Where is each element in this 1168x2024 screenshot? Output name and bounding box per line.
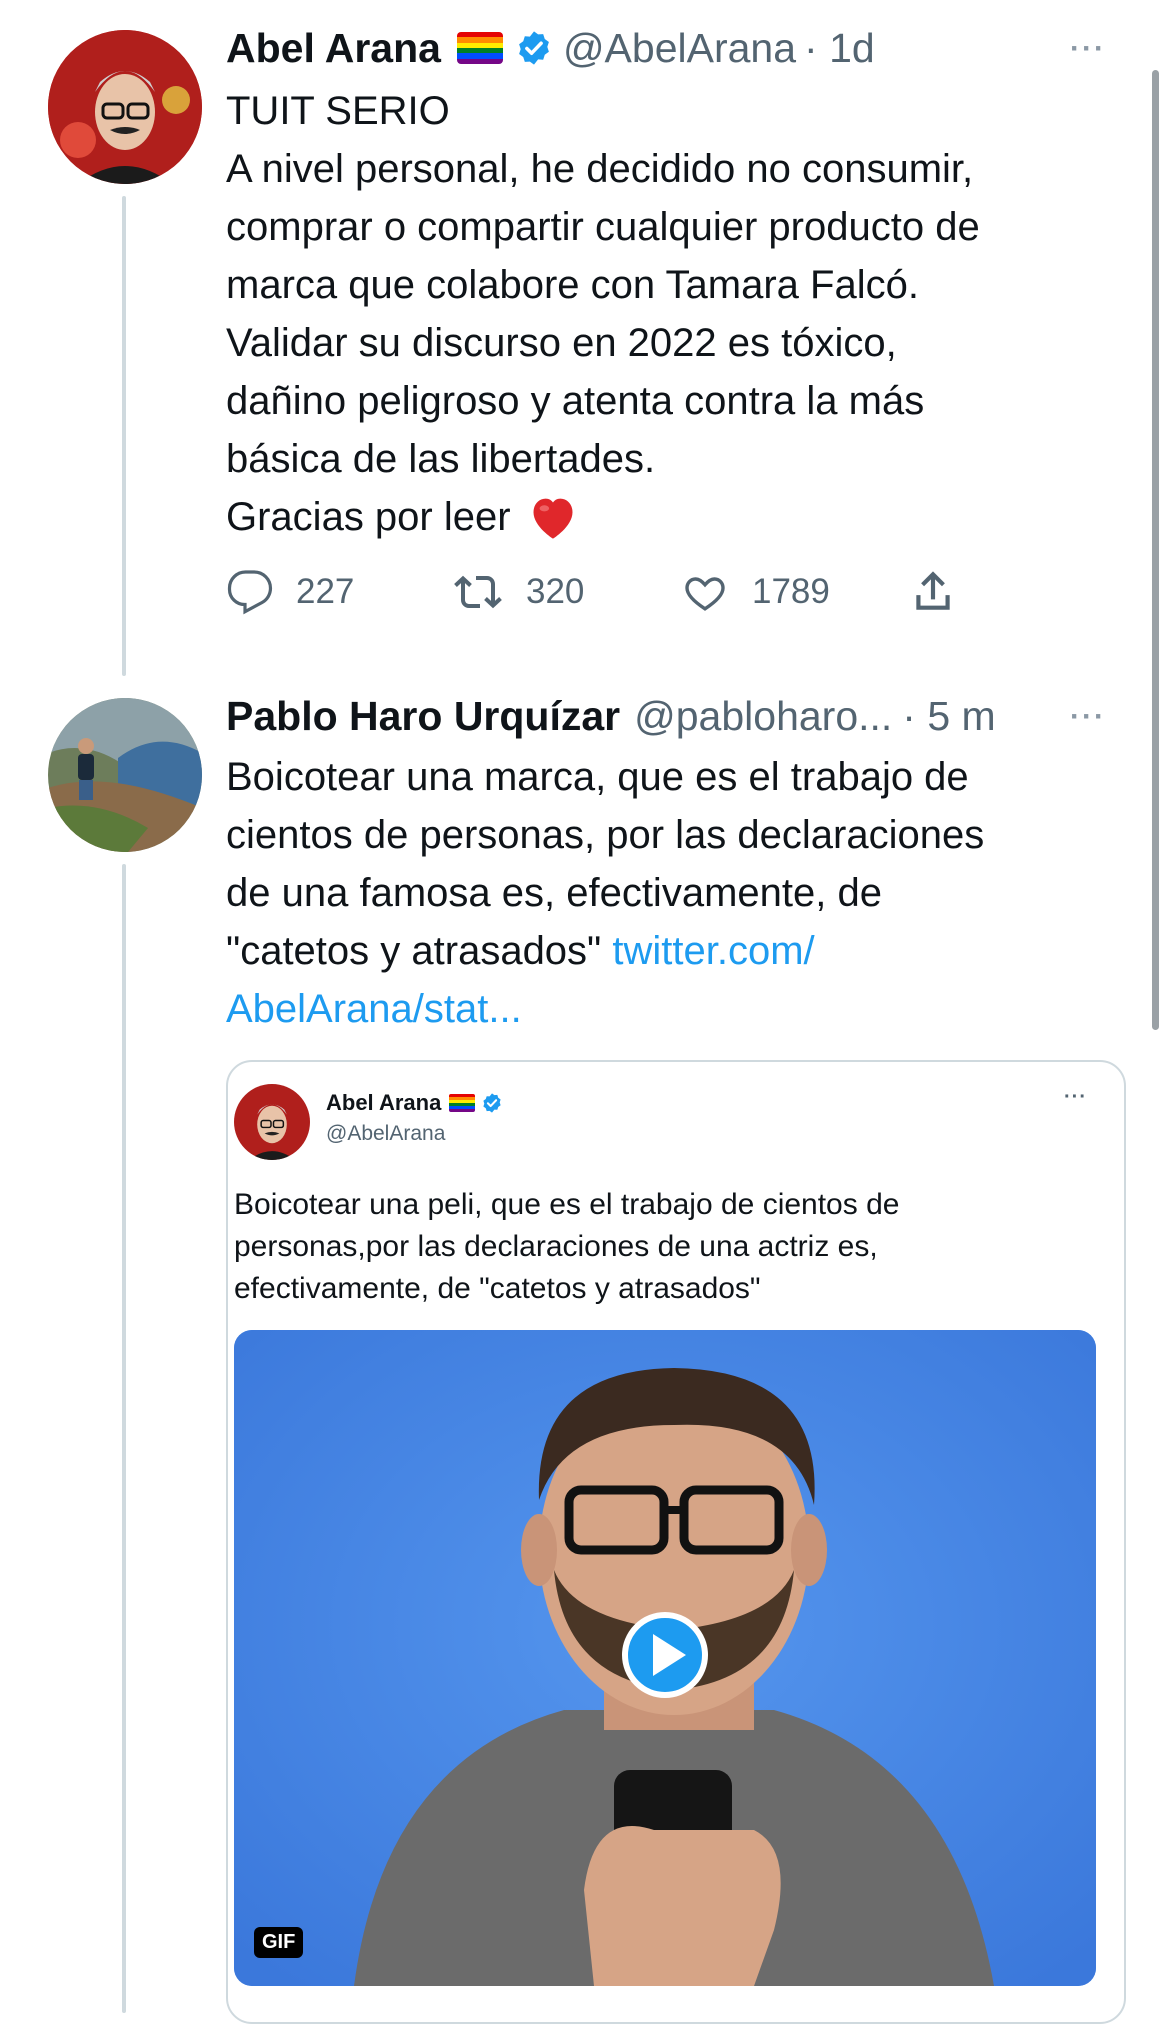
tweet1-header: Abel Arana @AbelArana · 1d	[226, 24, 875, 72]
tweet2-author-name[interactable]: Pablo Haro Urquízar	[226, 692, 620, 740]
retweet-button[interactable]: 320	[452, 568, 584, 616]
quote-line: personas,por las declaraciones de una ac…	[234, 1230, 878, 1263]
tweet1-body: TUIT SERIO A nivel personal, he decidido…	[226, 82, 1106, 546]
tweet2-line: "catetos y atrasados"	[226, 929, 613, 973]
thread-line-2	[122, 864, 126, 2013]
tweet2-line: de una famosa es, efectivamente, de	[226, 871, 882, 915]
tweet1-author-name[interactable]: Abel Arana	[226, 24, 441, 72]
quote-body: Boicotear una peli, que es el trabajo de…	[234, 1184, 1104, 1310]
tweet1-line: A nivel personal, he decidido no consumi…	[226, 147, 974, 191]
tweet2-link[interactable]: twitter.com/	[612, 929, 814, 973]
tweet1-line-last: Gracias por leer	[226, 488, 1106, 546]
like-count: 1789	[752, 572, 830, 611]
tweet1-line: dañino peligroso y atenta contra la más	[226, 379, 925, 423]
tweet2-handle[interactable]: @pabloharo...	[634, 692, 892, 740]
tweet2-body: Boicotear una marca, que es el trabajo d…	[226, 748, 1106, 1038]
quote-line: efectivamente, de "catetos y atrasados"	[234, 1272, 761, 1305]
quote-line: Boicotear una peli, que es el trabajo de…	[234, 1188, 900, 1221]
tweet2-line: cientos de personas, por las declaracion…	[226, 813, 985, 857]
verified-badge-icon	[515, 29, 553, 67]
tweet1-line: básica de las libertades.	[226, 437, 656, 481]
tweet2-line: Boicotear una marca, que es el trabajo d…	[226, 755, 969, 799]
gif-badge: GIF	[254, 1927, 304, 1958]
tweet2-header: Pablo Haro Urquízar @pabloharo... · 5 m	[226, 692, 996, 740]
quote-handle: @AbelArana	[326, 1122, 446, 1145]
quote-gif-media[interactable]: GIF	[234, 1330, 1096, 1986]
retweet-icon	[454, 575, 502, 609]
tweet1-line: Gracias por leer	[226, 495, 511, 539]
tweet2-more-button[interactable]: ···	[1070, 700, 1106, 734]
tweet1-handle[interactable]: @AbelArana	[563, 24, 796, 72]
like-button[interactable]: 1789	[680, 568, 830, 616]
avatar-pablo-haro[interactable]	[48, 698, 202, 852]
quote-more-button[interactable]: ···	[1064, 1086, 1087, 1109]
quote-avatar	[234, 1084, 310, 1160]
tweet1-line: comprar o compartir cualquier producto d…	[226, 205, 980, 249]
share-icon	[916, 571, 950, 610]
quote-author-name: Abel Arana	[326, 1090, 442, 1115]
quoted-tweet-card[interactable]: Abel Arana @AbelArana ··· Boicotear una …	[226, 1060, 1126, 2024]
verified-badge-icon	[481, 1092, 503, 1114]
reply-icon	[227, 570, 273, 615]
tweet1-line: marca que colabore con Tamara Falcó.	[226, 263, 919, 307]
thread-line-1	[122, 196, 126, 676]
gif-still-image	[234, 1330, 1096, 1986]
reply-count: 227	[296, 572, 355, 611]
avatar-abel-arana[interactable]	[48, 30, 202, 184]
rainbow-flag-icon	[449, 1094, 476, 1112]
rainbow-flag-icon	[456, 32, 503, 64]
retweet-count: 320	[526, 572, 585, 611]
tweet1-timestamp[interactable]: · 1d	[804, 24, 875, 72]
tweet1-more-button[interactable]: ···	[1070, 32, 1106, 66]
tweet2-link-continued[interactable]: AbelArana/stat...	[226, 980, 1106, 1038]
tweet1-line: TUIT SERIO	[226, 89, 450, 133]
share-button[interactable]	[908, 566, 980, 616]
reply-button[interactable]: 227	[226, 568, 354, 616]
tweet2-line-4: "catetos y atrasados" twitter.com/	[226, 922, 1106, 980]
tweet1-line: Validar su discurso en 2022 es tóxico,	[226, 321, 897, 365]
quote-header: Abel Arana	[326, 1090, 503, 1116]
red-heart-emoji-icon	[527, 493, 579, 541]
heart-icon	[685, 577, 725, 611]
tweet2-timestamp[interactable]: · 5 m	[902, 692, 995, 740]
scrollbar[interactable]	[1152, 70, 1159, 1030]
